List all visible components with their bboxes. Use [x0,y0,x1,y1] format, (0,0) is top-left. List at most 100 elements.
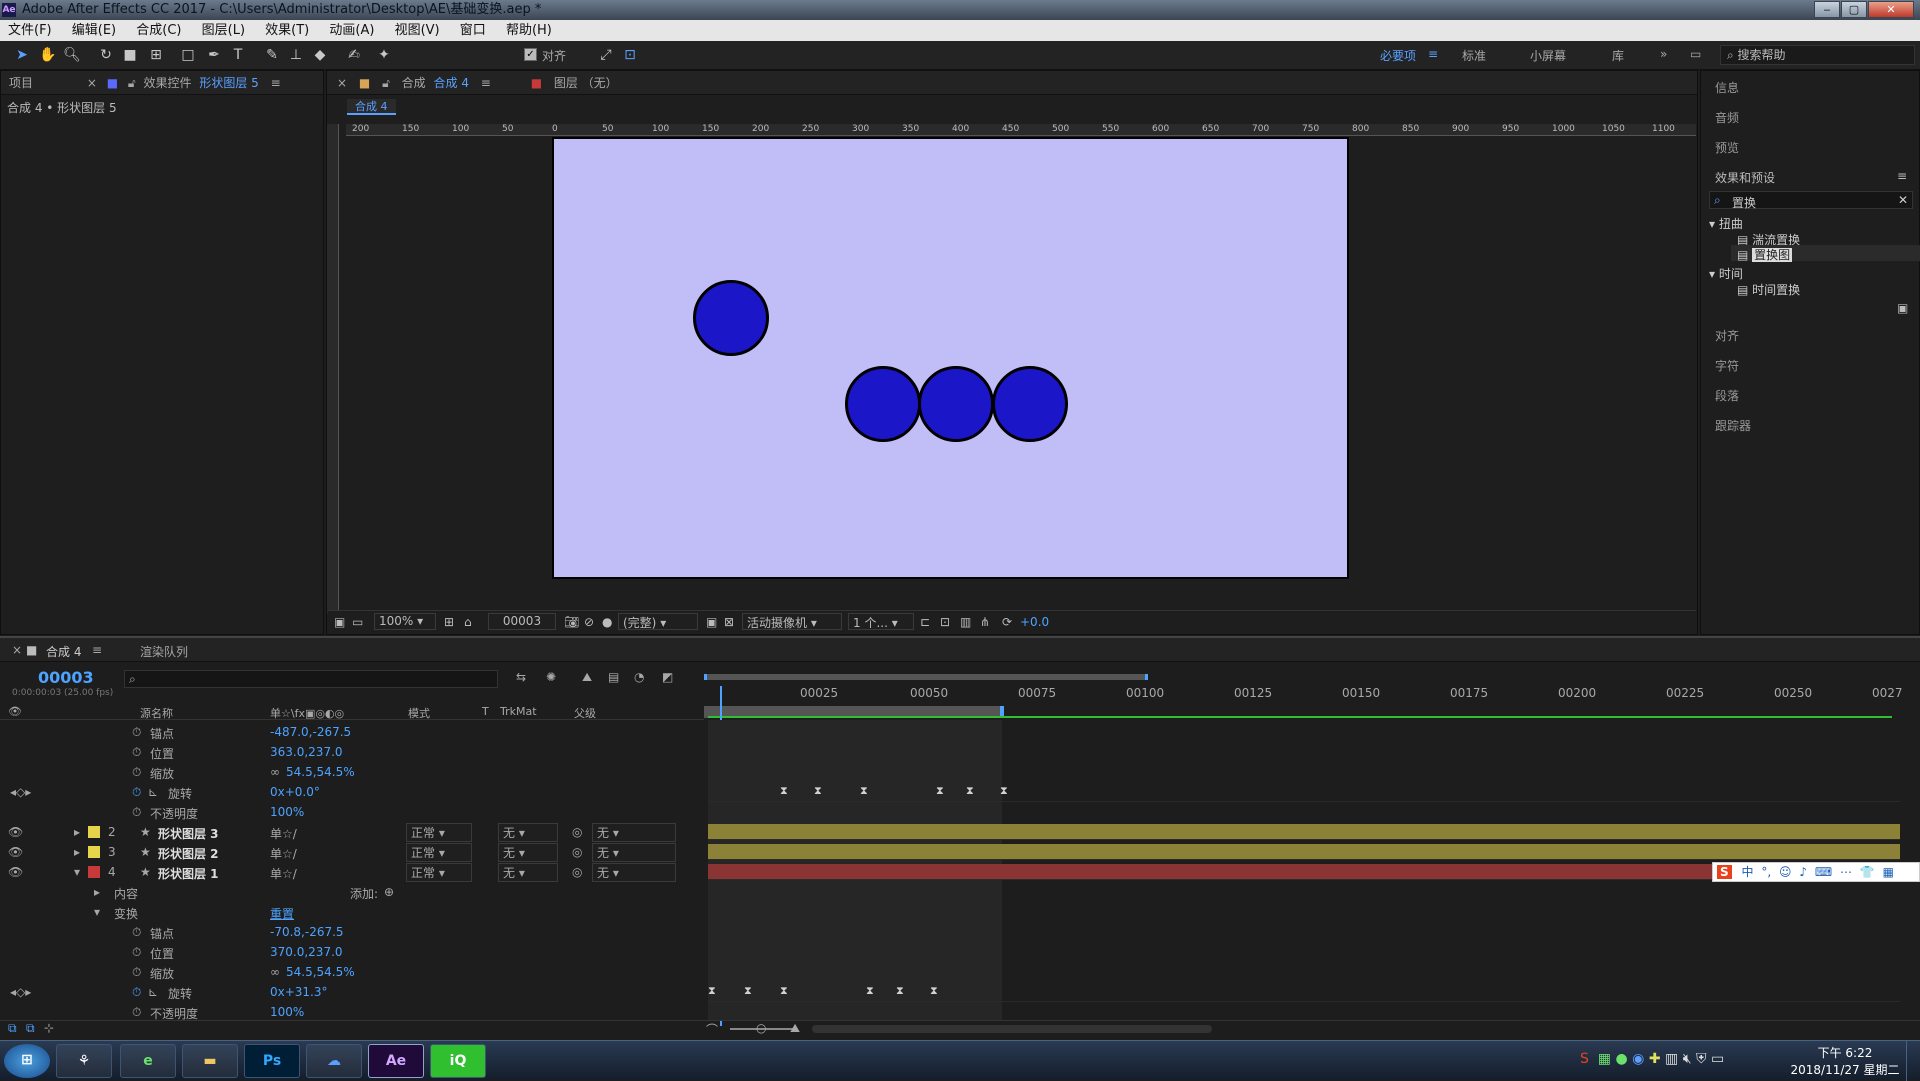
snap-checkbox[interactable]: ✓ [524,48,537,61]
effects-search-input[interactable]: ⌕ 置换 ✕ [1709,191,1913,210]
taskbar-app-after-effects[interactable]: Ae [368,1044,424,1078]
tab-project[interactable]: 项目 [9,76,33,90]
shy-icon[interactable]: ⛰ [582,670,592,685]
pan-behind-tool-icon[interactable]: ⊞ [146,45,166,65]
clear-search-icon[interactable]: ✕ [1898,193,1908,207]
layer-row[interactable]: 👁︎ ▾ 4 ★ 形状图层 1 单☆/正常 ▾ 无 ▾ ◎ 无 ▾ [0,862,704,882]
work-area-bar[interactable] [704,674,1148,680]
menu-animation[interactable]: 动画(A) [321,20,382,41]
trkmat-dropdown[interactable]: 无 ▾ [498,863,558,882]
tab-composition-name[interactable]: 合成 4 [434,76,469,90]
taskbar-app-ie[interactable]: e [120,1044,176,1078]
workspace-edit-icon[interactable]: ▭ [1690,47,1701,61]
panel-preview[interactable]: 预览 [1715,139,1739,156]
hand-tool-icon[interactable]: ✋ [38,45,58,65]
menu-effect[interactable]: 效果(T) [257,20,317,41]
workspace-essentials[interactable]: 必要项 [1380,47,1416,64]
lock-icon[interactable]: 🔓︎ [128,76,136,90]
close-tab-icon[interactable]: × [87,76,97,90]
property-value[interactable]: 0x+0.0° [270,785,320,799]
zoom-tool-icon[interactable]: 🔍︎ [62,45,82,65]
trkmat-dropdown[interactable]: 无 ▾ [498,823,558,842]
flowchart-icon[interactable]: ⋔ [980,615,990,629]
timeline-scrollbar[interactable] [812,1025,1212,1033]
panel-character[interactable]: 字符 [1715,357,1739,374]
type-tool-icon[interactable]: T [228,45,248,65]
menu-view[interactable]: 视图(V) [387,20,448,41]
views-dropdown[interactable]: 1 个... ▾ [848,613,914,630]
taskbar-app-explorer[interactable]: ▬ [182,1044,238,1078]
selection-tool-icon[interactable]: ➤ [12,45,32,65]
time-ruler[interactable]: 00025 00050 00075 00100 00125 00150 0017… [704,670,1903,720]
zoom-out-icon[interactable]: ⌒ [706,1021,718,1038]
comp-mini-flowchart-icon[interactable]: ⇆ [516,670,526,684]
column-mode[interactable]: 模式 [408,705,430,721]
always-preview-icon[interactable]: ▣ [334,615,345,629]
circle-shape[interactable] [845,366,921,442]
property-value[interactable]: 363.0,237.0 [270,745,343,759]
panel-info[interactable]: 信息 [1715,79,1739,96]
property-value[interactable]: 370.0,237.0 [270,945,343,959]
menu-layer[interactable]: 图层(L) [194,20,253,41]
reset-exposure-icon[interactable]: ⟳ [1002,615,1012,629]
camera-tool-icon[interactable]: ■ [120,45,140,65]
transparency-grid-icon[interactable]: ⊠ [724,615,734,629]
panel-menu-icon[interactable]: ≡ [481,76,491,90]
column-parent[interactable]: 父级 [574,705,596,721]
taskbar-app-photoshop[interactable]: Ps [244,1044,300,1078]
snap-feature-icon[interactable]: ⊡ [620,45,640,65]
effect-item-selected[interactable]: ▤ 置换图 [1737,246,1793,263]
circle-shape[interactable] [918,366,994,442]
menu-help[interactable]: 帮助(H) [498,20,560,41]
search-help-input[interactable]: ⌕ 搜索帮助 [1720,45,1915,65]
close-tab-icon[interactable]: × [12,643,22,657]
region-of-interest-icon[interactable]: ▣ [706,615,717,629]
rotate-tool-icon[interactable]: ↻ [96,45,116,65]
circle-shape[interactable] [693,280,769,356]
color-channel-icon[interactable]: ● [602,615,612,629]
keyframe-track[interactable]: ⧗ ⧗ ⧗ ⧗ ⧗ ⧗ [708,982,1900,1002]
new-bin-icon[interactable]: ▣ [1897,301,1908,315]
layer-row[interactable]: 👁︎ ▸ 2 ★ 形状图层 3 单☆/正常 ▾ 无 ▾ ◎ 无 ▾ [0,822,704,842]
lock-icon[interactable]: 🔓︎ [382,76,390,90]
panel-menu-icon[interactable]: ≡ [92,643,102,657]
property-value[interactable]: -487.0,-267.5 [270,725,351,739]
zoom-in-icon[interactable]: ⛰ [790,1021,800,1036]
fast-preview-icon[interactable]: ⊡ [940,615,950,629]
add-icon[interactable]: ⊕ [384,885,394,899]
circle-shape[interactable] [992,366,1068,442]
mode-dropdown[interactable]: 正常 ▾ [406,863,472,882]
eraser-tool-icon[interactable]: ◆ [310,45,330,65]
trkmat-dropdown[interactable]: 无 ▾ [498,843,558,862]
property-value[interactable]: 100% [270,805,304,819]
minimize-button[interactable]: ‒ [1814,1,1840,18]
maximize-button[interactable]: ▢ [1841,1,1867,18]
panel-menu-icon[interactable]: ≡ [1897,169,1907,183]
keyframe-track[interactable]: ⧗ ⧗ ⧗ ⧗ ⧗ ⧗ [708,782,1900,802]
roto-brush-tool-icon[interactable]: ✍ [344,45,364,65]
panel-menu-icon[interactable]: ≡ [271,76,281,90]
zoom-slider-handle[interactable]: ○ [756,1021,766,1035]
workspace-small-screen[interactable]: 小屏幕 [1530,47,1566,64]
panel-tracker[interactable]: 跟踪器 [1715,417,1751,434]
panel-audio[interactable]: 音频 [1715,109,1739,126]
clone-stamp-tool-icon[interactable]: ⊥ [286,45,306,65]
workspace-libraries[interactable]: 库 [1612,47,1624,64]
timeline-timecode[interactable]: 00003 [38,668,94,687]
layer-bar[interactable] [708,844,1900,860]
draft-3d-icon[interactable]: ✺ [546,670,556,684]
parent-dropdown[interactable]: 无 ▾ [592,863,676,882]
graph-editor-icon[interactable]: ◩ [662,670,673,684]
menu-window[interactable]: 窗口 [452,20,494,41]
taskbar-app-iqiyi[interactable]: iQ [430,1044,486,1078]
tab-effect-controls[interactable]: 效果控件 [144,76,192,90]
ime-toolbar[interactable]: S 中 °, ☺ ♪ ⌨ ⋯ 👕 ▦ [1712,862,1920,882]
tab-timeline-comp[interactable]: 合成 4 [46,643,81,660]
effect-controls-layer[interactable]: 形状图层 5 [199,76,258,90]
show-snapshot-icon[interactable]: ⊘ [584,615,594,629]
exposure-value[interactable]: +0.0 [1020,615,1049,629]
property-value[interactable]: 54.5,54.5% [286,965,355,979]
puppet-tool-icon[interactable]: ✦ [374,45,394,65]
effect-item[interactable]: ▤ 时间置换 [1737,281,1800,298]
close-button[interactable]: ✕ [1868,1,1914,18]
